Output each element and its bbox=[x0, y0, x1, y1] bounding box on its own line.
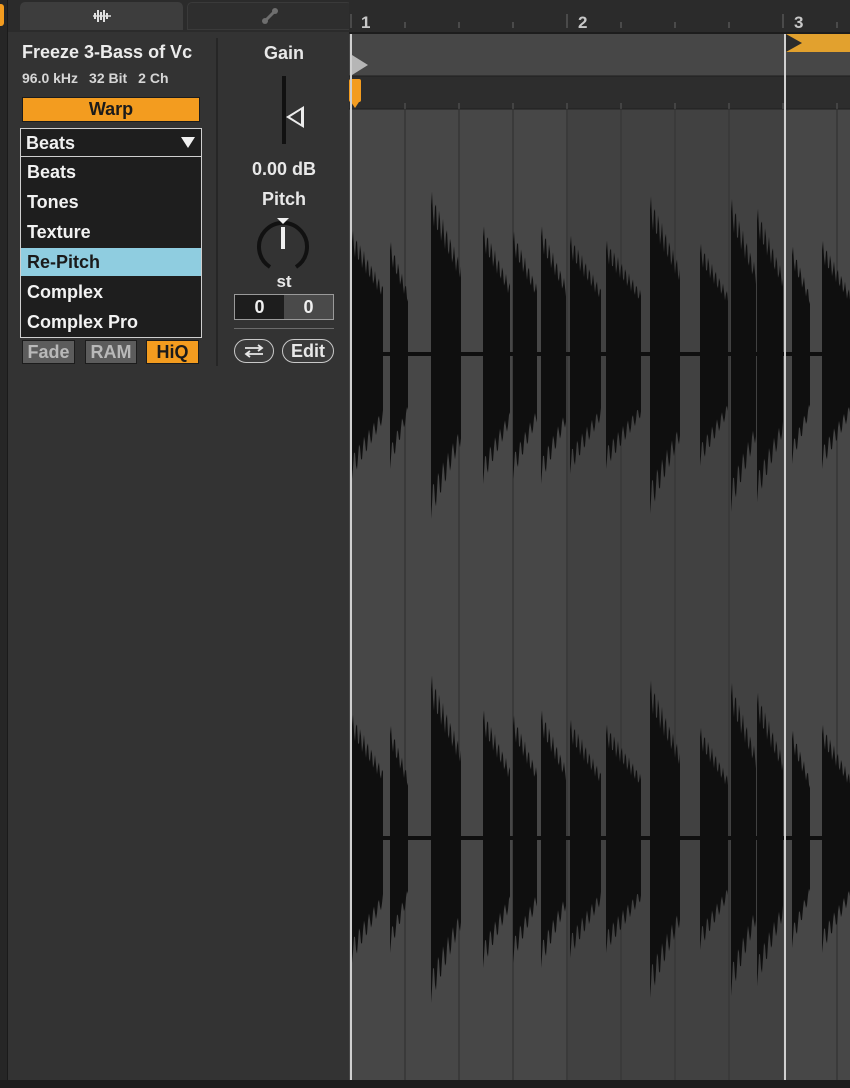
warp-toggle[interactable]: Warp bbox=[22, 97, 200, 122]
channel-count: 2 Ch bbox=[138, 70, 169, 86]
semitone-field[interactable]: 0 bbox=[235, 295, 284, 319]
left-edge-strip bbox=[0, 0, 8, 1088]
pitch-knob[interactable] bbox=[255, 215, 311, 277]
warp-mode-select[interactable]: Beats bbox=[20, 128, 202, 157]
sample-properties: 96.0 kHz 32 Bit 2 Ch bbox=[22, 70, 180, 86]
bar-number-1: 1 bbox=[361, 13, 370, 32]
tab-sample[interactable] bbox=[20, 2, 183, 30]
sample-rate: 96.0 kHz bbox=[22, 70, 79, 86]
ram-toggle[interactable]: RAM bbox=[85, 340, 137, 364]
detune-field[interactable]: 0 bbox=[284, 295, 333, 319]
bar-number-2: 2 bbox=[578, 13, 587, 32]
clip-view-tab-bar bbox=[8, 0, 352, 32]
pitch-divider bbox=[234, 328, 334, 329]
chevron-down-icon bbox=[181, 137, 195, 148]
menu-item-tones[interactable]: Tones bbox=[21, 188, 201, 216]
transpose-box: 0 0 bbox=[234, 294, 334, 320]
panel-divider bbox=[216, 38, 218, 366]
gain-slider-thumb-inner bbox=[290, 110, 301, 124]
gain-label: Gain bbox=[263, 43, 304, 63]
warp-mode-menu: Beats Tones Texture Re-Pitch Complex Com… bbox=[20, 157, 202, 338]
menu-item-texture[interactable]: Texture bbox=[21, 218, 201, 246]
hiq-toggle[interactable]: HiQ bbox=[146, 340, 199, 364]
fade-toggle[interactable]: Fade bbox=[22, 340, 75, 364]
menu-item-complex[interactable]: Complex bbox=[21, 278, 201, 306]
tab-envelopes[interactable] bbox=[187, 2, 352, 30]
track-color-tab[interactable] bbox=[0, 4, 4, 26]
sample-name: Freeze 3-Bass of Vc bbox=[22, 42, 193, 62]
warp-marker-lane[interactable] bbox=[349, 75, 850, 110]
timeline-ruler[interactable]: 1 2 3 bbox=[349, 0, 850, 34]
menu-item-re-pitch[interactable]: Re-Pitch bbox=[21, 248, 201, 276]
menu-item-complex-pro[interactable]: Complex Pro bbox=[21, 308, 201, 336]
sample-waveform-icon bbox=[92, 10, 111, 22]
envelope-icon bbox=[261, 8, 278, 24]
waveform-editor[interactable]: 1 2 3 bbox=[349, 0, 850, 1080]
menu-item-beats[interactable]: Beats bbox=[21, 158, 201, 186]
gain-value[interactable]: 0.00 dB bbox=[225, 159, 343, 180]
reverse-icon bbox=[244, 344, 264, 358]
reverse-button[interactable] bbox=[234, 339, 274, 363]
bar-number-3: 3 bbox=[794, 13, 803, 32]
pitch-label: Pitch bbox=[261, 189, 306, 209]
bottom-bar bbox=[0, 1080, 850, 1088]
warp-mode-value: Beats bbox=[26, 133, 76, 153]
edit-button[interactable]: Edit bbox=[282, 339, 334, 363]
loop-region-marker[interactable] bbox=[786, 34, 850, 52]
bit-depth: 32 Bit bbox=[89, 70, 128, 86]
pitch-unit: st bbox=[276, 272, 292, 291]
